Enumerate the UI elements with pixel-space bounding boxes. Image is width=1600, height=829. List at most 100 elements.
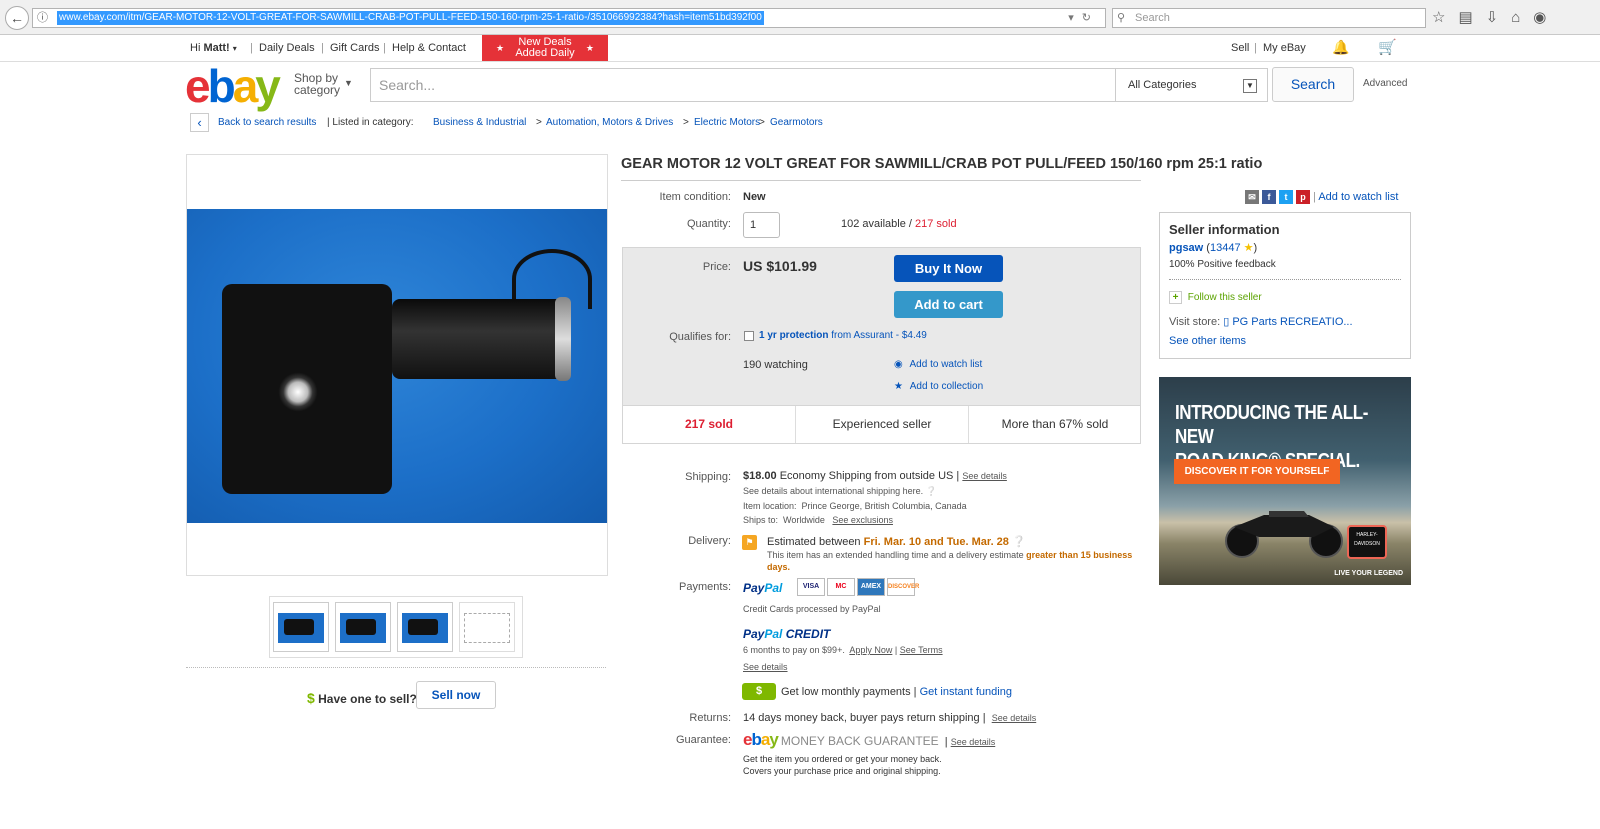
sell-now-button[interactable]: Sell now: [416, 681, 496, 709]
browser-search-input[interactable]: ⚲ Search: [1112, 8, 1426, 28]
exclusions-link[interactable]: See exclusions: [832, 515, 893, 525]
condition-value: New: [743, 191, 766, 203]
breadcrumb-item[interactable]: Gearmotors: [770, 113, 823, 133]
breadcrumb-item[interactable]: Electric Motors: [694, 113, 760, 133]
downloads-icon[interactable]: ⇩: [1486, 9, 1512, 26]
instant-funding-link[interactable]: Get instant funding: [920, 686, 1012, 698]
facebook-icon[interactable]: f: [1262, 190, 1276, 204]
protection-detail[interactable]: from Assurant - $4.49: [831, 330, 927, 341]
add-watch-link[interactable]: ◉ Add to watch list: [894, 359, 982, 370]
home-icon[interactable]: ⌂: [1511, 9, 1533, 26]
main-image-viewer[interactable]: [186, 154, 608, 576]
sold-count[interactable]: 217 sold: [915, 218, 957, 230]
bookmark-star-icon[interactable]: ☆: [1432, 9, 1458, 26]
url-text[interactable]: www.ebay.com/itm/GEAR-MOTOR-12-VOLT-GREA…: [57, 11, 764, 25]
plus-icon: +: [1169, 291, 1182, 304]
ebay-logo[interactable]: ebay: [185, 63, 281, 109]
email-icon[interactable]: ✉: [1245, 190, 1259, 204]
back-to-results-link[interactable]: Back to search results: [218, 113, 316, 133]
help-contact-link[interactable]: Help & Contact: [392, 42, 466, 54]
daily-deals-link[interactable]: Daily Deals: [259, 42, 315, 54]
add-to-cart-button[interactable]: Add to cart: [894, 291, 1003, 318]
protection-link[interactable]: 1 yr protection: [759, 330, 828, 341]
seller-score-link[interactable]: 13447: [1210, 242, 1241, 254]
see-other-items-link[interactable]: See other items: [1169, 335, 1246, 347]
shipping-label: Shipping:: [685, 471, 731, 483]
chevron-down-icon[interactable]: ▾: [233, 44, 237, 53]
thumbnail[interactable]: [459, 602, 515, 652]
store-link[interactable]: PG Parts RECREATIO...: [1232, 316, 1352, 328]
item-location: Item location: Prince George, British Co…: [743, 501, 967, 511]
seller-info-panel: Seller information pgsaw (13447 ★) 100% …: [1159, 212, 1411, 359]
follow-seller-text[interactable]: Follow this seller: [1188, 292, 1262, 303]
breadcrumb-item[interactable]: Business & Industrial: [433, 113, 526, 133]
visa-icon: VISA: [797, 578, 825, 596]
dropdown-arrow-icon: ▼: [1243, 79, 1257, 93]
quantity-input[interactable]: 1: [743, 212, 780, 238]
address-bar[interactable]: ⓘ www.ebay.com/itm/GEAR-MOTOR-12-VOLT-GR…: [32, 8, 1106, 28]
returns-details-link[interactable]: See details: [992, 713, 1037, 723]
category-select[interactable]: All Categories ▼: [1115, 68, 1268, 102]
help-icon[interactable]: ❔: [1012, 536, 1026, 548]
protection-offer[interactable]: 1 yr protection from Assurant - $4.49: [759, 330, 927, 341]
follow-seller[interactable]: + Follow this seller: [1169, 291, 1262, 304]
pinterest-icon[interactable]: p: [1296, 190, 1310, 204]
add-watch-text[interactable]: Add to watch list: [910, 359, 983, 370]
shipping-details-link[interactable]: See details: [962, 471, 1007, 481]
reload-icon[interactable]: ▾↻: [1068, 9, 1099, 27]
help-icon[interactable]: ❔: [926, 486, 937, 496]
guarantee-details-link[interactable]: See details: [951, 737, 996, 747]
deals-banner[interactable]: ★ New Deals Added Daily ★: [482, 35, 608, 61]
protection-checkbox[interactable]: [744, 331, 754, 341]
watching-count: 190 watching: [743, 359, 808, 371]
credit-terms: 6 months to pay on $99+. Apply Now | See…: [743, 645, 943, 655]
star-icon: ★: [1243, 242, 1254, 254]
twitter-icon[interactable]: t: [1279, 190, 1293, 204]
category-select-value: All Categories: [1128, 79, 1197, 91]
chevron-left-icon[interactable]: ‹: [190, 113, 209, 132]
cart-icon[interactable]: 🛒: [1378, 38, 1397, 56]
harley-ad[interactable]: INTRODUCING THE ALL-NEWROAD KING® SPECIA…: [1159, 377, 1411, 585]
paypal-pay: Pay: [743, 627, 765, 641]
thumbnail[interactable]: [397, 602, 453, 652]
buy-it-now-button[interactable]: Buy It Now: [894, 255, 1003, 282]
delivery-note-text: This item has an extended handling time …: [767, 550, 1024, 560]
visit-store-label: Visit store:: [1169, 316, 1221, 328]
shipping-method: Economy Shipping from outside US |: [779, 470, 960, 482]
delivery-label: Delivery:: [688, 535, 731, 547]
returns-label: Returns:: [689, 712, 731, 724]
gift-cards-link[interactable]: Gift Cards: [330, 42, 380, 54]
share-bar: ✉ f t p | Add to watch list: [1245, 190, 1398, 204]
payments-details-link[interactable]: See details: [743, 662, 788, 672]
main-search-input[interactable]: Search...: [370, 68, 1116, 102]
search-button[interactable]: Search: [1272, 67, 1354, 102]
my-ebay-link[interactable]: My eBay: [1263, 42, 1306, 54]
thumbnail[interactable]: [273, 602, 329, 652]
item-title: GEAR MOTOR 12 VOLT GREAT FOR SAWMILL/CRA…: [621, 156, 1263, 172]
product-photo[interactable]: [187, 209, 607, 523]
browser-back-button[interactable]: ←: [5, 6, 29, 30]
star-icon: ★: [894, 381, 903, 392]
delivery-estimate: Estimated between Fri. Mar. 10 and Tue. …: [767, 535, 1026, 548]
search-icon: ⚲: [1117, 12, 1126, 24]
seller-name-link[interactable]: pgsaw: [1169, 242, 1203, 254]
greeting[interactable]: Hi Matt! ▾: [190, 42, 237, 54]
thumbnail[interactable]: [335, 602, 391, 652]
shop-by-category-button[interactable]: Shop by category ▼: [294, 72, 353, 96]
seller-name-row: pgsaw (13447 ★): [1169, 242, 1258, 254]
breadcrumb-item[interactable]: Automation, Motors & Drives: [546, 113, 673, 133]
advanced-search-link[interactable]: Advanced: [1363, 78, 1407, 89]
add-collection-text[interactable]: Add to collection: [910, 381, 983, 392]
user-name[interactable]: Matt!: [203, 42, 229, 54]
share-add-watch-link[interactable]: Add to watch list: [1318, 191, 1398, 203]
reading-list-icon[interactable]: ▤: [1458, 9, 1485, 26]
ad-cta-button[interactable]: DISCOVER IT FOR YOURSELF: [1174, 459, 1340, 484]
add-collection-link[interactable]: ★ Add to collection: [894, 381, 983, 392]
info-icon[interactable]: ⓘ: [37, 9, 51, 27]
sell-link[interactable]: Sell: [1231, 42, 1249, 54]
apply-now-link[interactable]: Apply Now: [849, 645, 892, 655]
breadcrumb-sep: >: [536, 117, 542, 128]
notification-bell-icon[interactable]: 🔔: [1332, 39, 1349, 56]
see-terms-link[interactable]: See Terms: [900, 645, 943, 655]
pocket-icon[interactable]: ◉: [1533, 9, 1559, 26]
